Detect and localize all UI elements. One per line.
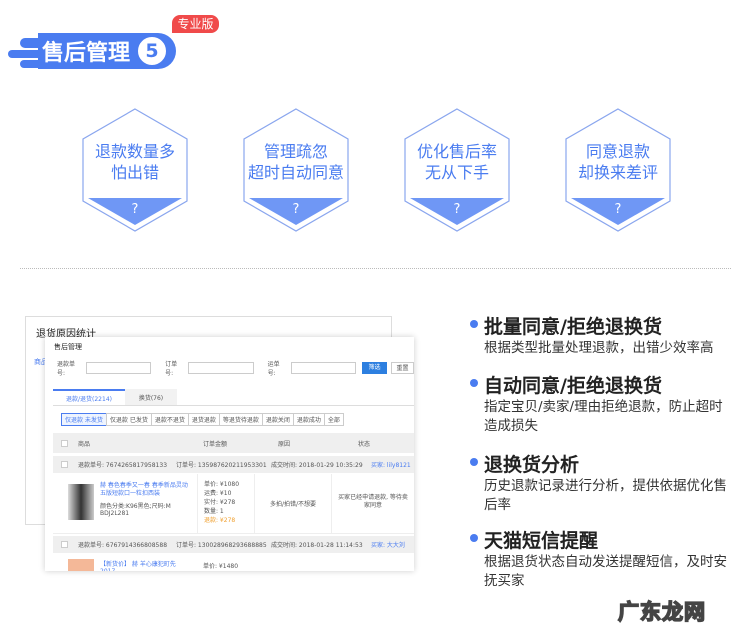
watermark: 广东龙网 (617, 599, 706, 625)
filter-chip[interactable]: 全部 (323, 413, 344, 426)
filter-chip[interactable]: 仅退款 未发货 (61, 413, 107, 426)
filter-chip[interactable]: 仅退款 已发货 (105, 413, 152, 426)
feature-title: 退换货分析 (484, 454, 580, 476)
pain-point-line1: 优化售后率 (416, 142, 497, 161)
filter-chip[interactable]: 退货退款 (187, 413, 220, 426)
refund-amount: 退款: ¥278 (204, 517, 236, 524)
pain-point-line1: 管理疏忽 (263, 142, 328, 161)
bullet-icon (470, 534, 478, 542)
quantity: 数量: 1 (204, 508, 224, 515)
pain-point-line2: 无从下手 (424, 163, 489, 182)
filter-chip[interactable]: 退款关闭 (261, 413, 294, 426)
section-title: 售后管理 (42, 41, 131, 66)
filter-button[interactable]: 筛选 (362, 362, 387, 374)
feature-title: 自动同意/拒绝退换货 (484, 375, 662, 397)
product-image (68, 484, 94, 520)
after-sales-panel: 售后管理 退款单号: 订单号: 运单号: 筛选 重置 退款/退货(2214) 换… (45, 337, 414, 571)
feature-title: 批量同意/拒绝退换货 (484, 316, 662, 338)
refund-no-input[interactable] (85, 362, 152, 374)
pain-point-hexagon: 同意退款却换来差评? (565, 108, 671, 232)
shipping: 运费: ¥10 (204, 490, 232, 497)
feature-title: 天猫短信提醒 (484, 530, 599, 552)
question-mark: ? (292, 202, 300, 217)
order-no: 订单号: 1300289682936​88885 (176, 542, 267, 549)
pain-point-line2: 超时自动同意 (247, 163, 344, 182)
order-no-input[interactable] (188, 362, 254, 374)
order-no: 订单号: 1359876202119533​01 (176, 462, 267, 469)
product-link[interactable]: 赫 春色春季又一春 春季新品灵动五版短款口一粒扣西装 (100, 482, 190, 498)
select-all-checkbox[interactable] (61, 439, 68, 447)
feature-desc: 历史退款记录进行分析，提供依据优化售后率 (484, 478, 727, 513)
product-code: BDJ2L281 (100, 510, 130, 517)
refund-no: 退款单号: 6767914366808588 (78, 542, 168, 549)
reset-button[interactable]: 重置 (390, 362, 414, 374)
order-no-label: 订单号: (165, 361, 178, 377)
col-status: 状态 (358, 440, 371, 448)
tab-exchange[interactable]: 换货(76) (125, 389, 177, 405)
panel-title: 售后管理 (54, 343, 82, 351)
pain-point-line2: 怕出错 (110, 163, 159, 182)
row-checkbox[interactable] (61, 541, 68, 548)
feature-desc: 根据退货状态自动发送提醒短信，及时安抚买家 (484, 554, 727, 589)
filter-chip[interactable]: 退款不退货 (150, 413, 189, 426)
tab-refund[interactable]: 退款/退货(2214) (53, 389, 125, 405)
col-reason: 原因 (278, 440, 291, 448)
col-product: 商品 (78, 440, 91, 448)
pain-point-line1: 退款数量多 (94, 142, 175, 161)
bullet-icon (470, 320, 478, 328)
product-image (68, 559, 94, 571)
pain-point-line2: 却换来差评 (577, 163, 658, 182)
col-amount: 订单金额 (203, 440, 228, 448)
reason: 多拍/拍错/不想要 (269, 501, 317, 508)
order-row-header: 退款单号: 6767914366808588 订单号: 130028968293… (53, 536, 414, 553)
section-number: 5 (138, 37, 167, 65)
buyer-link[interactable]: 买家: 大大刘 (371, 540, 405, 549)
paid: 实付: ¥278 (204, 499, 236, 506)
ship-no-label: 运单号: (267, 361, 280, 377)
bullet-icon (470, 379, 478, 387)
refund-no-label: 退款单号: (57, 361, 76, 377)
pain-point-hexagon: 管理疏忽超时自动同意? (243, 108, 349, 232)
unit-price: 单价: ¥1480 (203, 563, 239, 570)
status: 买家已经申请退款, 等待卖家同意 (331, 474, 414, 534)
buyer-link[interactable]: 买家: lily8121 (371, 460, 411, 469)
pain-point-line1: 同意退款 (585, 142, 650, 161)
section-header: 售后管理 5 (38, 33, 176, 69)
pro-badge: 专业版 (172, 15, 219, 33)
row-checkbox[interactable] (61, 461, 68, 468)
order-time: 成交时间: 2018-01-29 10:35:29 (271, 462, 363, 469)
question-mark: ? (614, 202, 622, 217)
unit-price: 单价: ¥1080 (204, 481, 240, 488)
pain-point-hexagon: 退款数量多怕出错? (82, 108, 188, 232)
product-link[interactable]: 【新货价】 赫 羊心康犯町先 2017 (100, 559, 190, 571)
bullet-icon (470, 458, 478, 466)
feature-desc: 指定宝贝/卖家/理由拒绝退款，防止超时造成损失 (484, 399, 723, 434)
product-sku: 颜色分类:K96黑色;尺码:M (100, 503, 171, 510)
question-mark: ? (453, 202, 461, 217)
filter-chip[interactable]: 退款成功 (292, 413, 325, 426)
divider (20, 268, 731, 269)
order-row: 赫 春色春季又一春 春季新品灵动五版短款口一粒扣西装 颜色分类:K96黑色;尺码… (53, 474, 414, 534)
question-mark: ? (131, 202, 139, 217)
feature-desc: 根据类型批量处理退款，出错少效率高 (484, 340, 714, 356)
pain-point-hexagon: 优化售后率无从下手? (404, 108, 510, 232)
filter-chip[interactable]: 等退货待退款 (218, 413, 263, 426)
order-time: 成交时间: 2018-01-28 11:14:53 (271, 542, 363, 549)
table-header: 商品 订单金额 原因 状态 (53, 433, 414, 453)
refund-no: 退款单号: 7674265817958133 (78, 462, 168, 469)
order-row-header: 退款单号: 7674265817958133 订单号: 135987620211… (53, 456, 414, 473)
ship-no-input[interactable] (290, 362, 357, 374)
